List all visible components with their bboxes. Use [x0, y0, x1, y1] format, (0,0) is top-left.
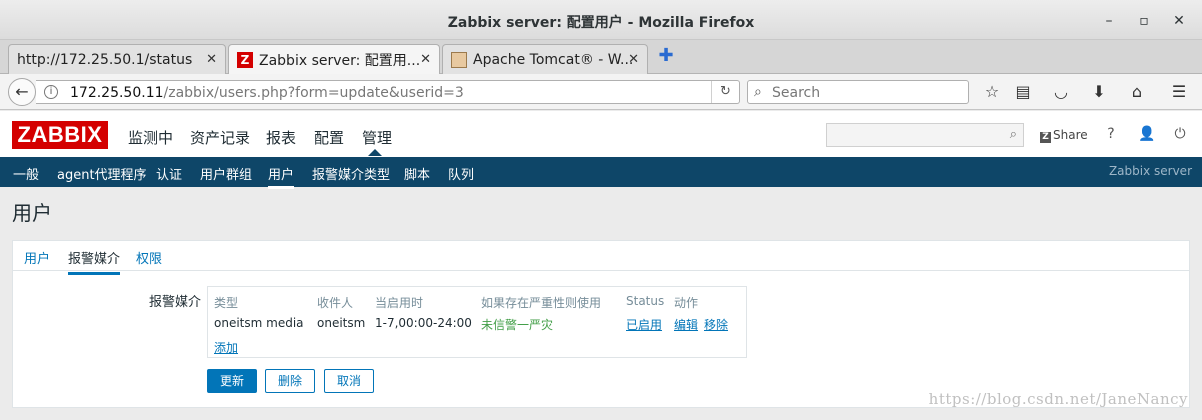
cancel-button[interactable]: 取消	[324, 369, 375, 393]
browser-tab-status[interactable]: http://172.25.50.1/status ✕	[8, 44, 226, 74]
tab-label: http://172.25.50.1/status	[17, 51, 193, 68]
search-placeholder: Search	[772, 85, 821, 101]
delete-button[interactable]: 删除	[265, 369, 316, 393]
url-bar[interactable]: i 172.25.50.11/zabbix/users.php?form=upd…	[36, 80, 740, 104]
back-arrow-icon[interactable]: ←	[8, 78, 36, 106]
browser-tab-tomcat[interactable]: Apache Tomcat® - W... ✕	[442, 44, 648, 74]
user-form: 用户 报警媒介 权限 报警媒介 类型 收件人 当启用时 如果存在严重性则使用 S…	[12, 240, 1190, 408]
new-tab-icon[interactable]: ✚	[656, 46, 676, 66]
home-icon[interactable]: ⌂	[1126, 81, 1148, 103]
share-label: Share	[1053, 128, 1088, 142]
tab-permissions[interactable]: 权限	[136, 248, 162, 267]
zabbix-search-input[interactable]: ⌕	[826, 123, 1024, 147]
active-menu-caret	[368, 149, 382, 156]
navigation-bar: ← i 172.25.50.11/zabbix/users.php?form=u…	[0, 74, 1202, 110]
subnav-user-groups[interactable]: 用户群组	[200, 164, 252, 183]
column-header-recipient: 收件人	[317, 296, 354, 310]
add-media-link[interactable]: 添加	[214, 339, 238, 356]
close-tab-icon[interactable]: ✕	[206, 52, 217, 67]
server-name: Zabbix server	[1108, 164, 1192, 178]
column-header-action: 动作	[674, 296, 699, 310]
update-button[interactable]: 更新	[207, 369, 258, 393]
subnav-queue[interactable]: 队列	[448, 164, 474, 183]
close-window-icon[interactable]: ✕	[1168, 10, 1190, 32]
close-tab-icon[interactable]: ✕	[628, 52, 639, 67]
logout-icon[interactable]: ⏻	[1172, 126, 1188, 142]
reading-list-icon[interactable]: ▤	[1012, 81, 1034, 103]
media-recipient-cell: oneitsm	[317, 316, 366, 330]
window-title: Zabbix server: 配置用户 - Mozilla Firefox	[447, 15, 755, 31]
zabbix-icon: Z	[237, 52, 253, 68]
media-table: 类型 收件人 当启用时 如果存在严重性则使用 Status 动作 oneitsm…	[207, 286, 747, 358]
url-text[interactable]: 172.25.50.11/zabbix/users.php?form=updat…	[70, 85, 464, 101]
zabbix-header: ZABBIX 监测中 资产记录 报表 配置 管理 ⌕ Z Share ? 👤 ⏻	[0, 111, 1202, 157]
reload-icon[interactable]: ↻	[711, 81, 739, 103]
subnav-authentication[interactable]: 认证	[156, 164, 182, 183]
remove-media-link[interactable]: 移除	[704, 316, 728, 333]
tab-user[interactable]: 用户	[24, 248, 50, 267]
maximize-icon[interactable]: ▫	[1133, 10, 1155, 32]
column-header-status: Status	[626, 294, 665, 308]
media-field-label: 报警媒介	[149, 295, 202, 310]
subnav-users[interactable]: 用户	[268, 164, 295, 189]
subnav-proxies[interactable]: agent代理程序	[57, 164, 147, 183]
tab-label: Zabbix server: 配置用...	[259, 53, 421, 69]
tomcat-icon	[451, 51, 467, 68]
media-severity-cell: 未信警一严灾	[481, 318, 554, 332]
info-icon[interactable]: i	[44, 85, 58, 99]
url-host: 172.25.50.11	[70, 85, 164, 101]
tab-media[interactable]: 报警媒介	[68, 248, 121, 275]
page-title: 用户	[12, 201, 52, 225]
media-type-cell: oneitsm media	[214, 316, 304, 330]
column-header-when-active: 当启用时	[375, 296, 424, 310]
subnav-general[interactable]: 一般	[13, 164, 39, 183]
share-link[interactable]: Z Share	[1040, 128, 1088, 143]
browser-tab-zabbix[interactable]: Z Zabbix server: 配置用... ✕	[228, 44, 440, 75]
search-icon[interactable]: ⌕	[1010, 127, 1017, 142]
menu-monitoring[interactable]: 监测中	[128, 127, 173, 148]
close-tab-icon[interactable]: ✕	[420, 52, 431, 67]
media-when-active-cell: 1-7,00:00-24:00	[375, 316, 472, 330]
column-header-type: 类型	[214, 296, 239, 310]
column-header-severity: 如果存在严重性则使用	[481, 296, 602, 310]
sub-navigation: 一般 agent代理程序 认证 用户群组 用户 报警媒介类型 脚本 队列 Zab…	[0, 157, 1202, 189]
zabbix-logo[interactable]: ZABBIX	[12, 121, 108, 149]
search-icon: ⌕	[754, 84, 762, 100]
edit-media-link[interactable]: 编辑	[674, 316, 698, 333]
search-input[interactable]: ⌕ Search	[747, 80, 969, 104]
download-icon[interactable]: ⬇	[1088, 81, 1110, 103]
menu-inventory[interactable]: 资产记录	[190, 127, 250, 148]
help-icon[interactable]: ?	[1103, 126, 1119, 142]
watermark: https://blog.csdn.net/JaneNancy	[928, 390, 1188, 408]
form-tabs: 用户 报警媒介 权限	[13, 241, 1189, 275]
tab-strip: http://172.25.50.1/status ✕ Z Zabbix ser…	[0, 40, 1202, 75]
media-status-link[interactable]: 已启用	[626, 316, 662, 333]
user-profile-icon[interactable]: 👤	[1138, 126, 1155, 142]
bookmark-star-icon[interactable]: ☆	[981, 81, 1003, 103]
menu-configuration[interactable]: 配置	[314, 127, 344, 148]
subnav-media-types[interactable]: 报警媒介类型	[312, 164, 390, 183]
share-icon: Z	[1040, 132, 1051, 143]
menu-reports[interactable]: 报表	[266, 127, 296, 148]
pocket-icon[interactable]: ◡	[1050, 81, 1072, 103]
url-path: /zabbix/users.php?form=update&userid=3	[163, 85, 464, 101]
window-titlebar: Zabbix server: 配置用户 - Mozilla Firefox – …	[0, 0, 1202, 40]
minimize-icon[interactable]: –	[1098, 10, 1120, 32]
tab-label: Apache Tomcat® - W...	[473, 51, 634, 68]
menu-administration[interactable]: 管理	[362, 127, 392, 148]
subnav-scripts[interactable]: 脚本	[404, 164, 430, 183]
hamburger-menu-icon[interactable]: ☰	[1168, 81, 1190, 103]
